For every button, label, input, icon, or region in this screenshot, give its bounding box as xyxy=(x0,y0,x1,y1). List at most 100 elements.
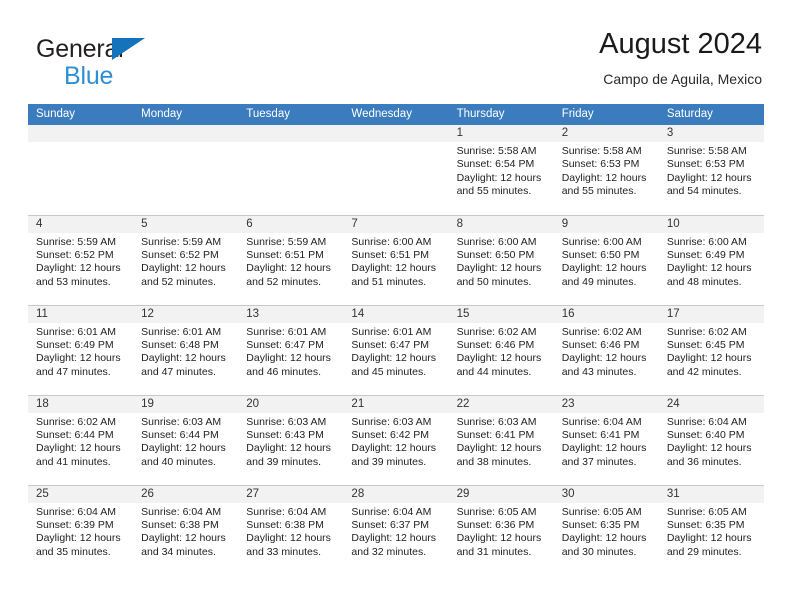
sunset-text: Sunset: 6:54 PM xyxy=(456,158,535,171)
day-number xyxy=(28,125,134,142)
calendar-header-row: Sunday Monday Tuesday Wednesday Thursday Frid… xyxy=(28,104,764,125)
day-number: 15 xyxy=(448,305,554,323)
sunset-text: Sunset: 6:50 PM xyxy=(456,248,535,261)
calendar-day-cell[interactable]: 9 Sunrise: 6:00 AM Sunset: 6:50 PM Daylight… xyxy=(553,214,659,305)
calendar-day-cell[interactable]: 7 Sunrise: 6:00 AM Sunset: 6:51 PM Daylight… xyxy=(343,214,449,305)
calendar-week-row: 18 Sunrise: 6:02 AM Sunset: 6:44 PM Dayligh… xyxy=(28,394,764,485)
calendar-day-cell[interactable]: 6 Sunrise: 5:59 AM Sunset: 6:51 PM Daylight… xyxy=(238,214,344,305)
calendar-day-cell[interactable]: 12 Sunrise: 6:01 AM Sunset: 6:48 PM Dayligh… xyxy=(133,304,239,395)
daylight-text: Daylight: 12 hours and 47 minutes. xyxy=(141,352,226,378)
daylight-text: Daylight: 12 hours and 40 minutes. xyxy=(141,442,226,468)
calendar-day-cell[interactable]: 13 Sunrise: 6:01 AM Sunset: 6:47 PM Dayligh… xyxy=(238,304,344,395)
general-blue-logo[interactable]: General Blue xyxy=(36,36,266,92)
calendar-day-cell[interactable]: 4 Sunrise: 5:59 AM Sunset: 6:52 PM Daylight… xyxy=(28,214,134,305)
sunset-text: Sunset: 6:41 PM xyxy=(456,428,535,441)
day-detail: Sunrise: 6:04 AM Sunset: 6:38 PM Daylight:… xyxy=(238,503,343,560)
sunrise-text: Sunrise: 6:00 AM xyxy=(666,235,747,248)
sunset-text: Sunset: 6:47 PM xyxy=(351,338,430,351)
daylight-text: Daylight: 12 hours and 34 minutes. xyxy=(141,532,226,558)
daylight-text: Daylight: 12 hours and 52 minutes. xyxy=(246,262,331,288)
sunset-text: Sunset: 6:46 PM xyxy=(561,338,640,351)
sunset-text: Sunset: 6:40 PM xyxy=(666,428,745,441)
calendar-day-cell[interactable]: 23 Sunrise: 6:04 AM Sunset: 6:41 PM Dayligh… xyxy=(553,394,659,485)
day-detail: Sunrise: 6:01 AM Sunset: 6:47 PM Daylight:… xyxy=(343,323,448,380)
sunset-text: Sunset: 6:52 PM xyxy=(36,248,114,261)
sunrise-text: Sunrise: 6:04 AM xyxy=(246,505,327,518)
sunset-text: Sunset: 6:51 PM xyxy=(246,248,324,261)
day-detail: Sunrise: 6:04 AM Sunset: 6:39 PM Daylight:… xyxy=(28,503,133,560)
sunrise-text: Sunrise: 6:02 AM xyxy=(666,325,747,338)
sunset-text: Sunset: 6:44 PM xyxy=(36,428,114,441)
daylight-text: Daylight: 12 hours and 55 minutes. xyxy=(561,171,647,198)
calendar-day-cell[interactable]: 20 Sunrise: 6:03 AM Sunset: 6:43 PM Dayligh… xyxy=(238,394,344,485)
day-detail: Sunrise: 5:58 AM Sunset: 6:53 PM Daylight:… xyxy=(554,142,659,199)
day-detail: Sunrise: 5:59 AM Sunset: 6:52 PM Daylight:… xyxy=(133,233,238,290)
calendar-day-cell[interactable]: 5 Sunrise: 5:59 AM Sunset: 6:52 PM Daylight… xyxy=(133,214,239,305)
day-number: 17 xyxy=(658,305,764,323)
sunrise-text: Sunrise: 5:58 AM xyxy=(456,145,537,157)
sunrise-text: Sunrise: 6:05 AM xyxy=(456,505,537,518)
day-number: 14 xyxy=(343,305,449,323)
sunset-text: Sunset: 6:38 PM xyxy=(246,518,324,531)
day-detail: Sunrise: 6:02 AM Sunset: 6:44 PM Daylight:… xyxy=(28,413,133,470)
calendar-day-cell[interactable]: 21 Sunrise: 6:03 AM Sunset: 6:42 PM Dayligh… xyxy=(343,394,449,485)
calendar-day-cell[interactable]: 29 Sunrise: 6:05 AM Sunset: 6:36 PM Dayligh… xyxy=(448,484,554,575)
daylight-text: Daylight: 12 hours and 35 minutes. xyxy=(36,532,121,558)
daylight-text: Daylight: 12 hours and 32 minutes. xyxy=(351,532,437,558)
calendar-day-cell[interactable]: 1 Sunrise: 5:58 AM Sunset: 6:54 PM Daylight… xyxy=(448,125,554,215)
sunset-text: Sunset: 6:45 PM xyxy=(666,338,745,351)
sunrise-text: Sunrise: 6:03 AM xyxy=(246,415,327,428)
day-detail: Sunrise: 6:01 AM Sunset: 6:48 PM Daylight:… xyxy=(133,323,238,380)
calendar-day-cell[interactable]: 27 Sunrise: 6:04 AM Sunset: 6:38 PM Dayligh… xyxy=(238,484,344,575)
sunset-text: Sunset: 6:49 PM xyxy=(666,248,745,261)
sunset-text: Sunset: 6:37 PM xyxy=(351,518,430,531)
calendar-day-cell[interactable]: 15 Sunrise: 6:02 AM Sunset: 6:46 PM Dayligh… xyxy=(448,304,554,395)
daylight-text: Daylight: 12 hours and 53 minutes. xyxy=(36,262,121,288)
calendar-day-cell[interactable]: 2 Sunrise: 5:58 AM Sunset: 6:53 PM Daylight… xyxy=(553,125,659,215)
calendar-day-cell[interactable]: 3 Sunrise: 5:58 AM Sunset: 6:53 PM Daylight… xyxy=(658,125,764,215)
sunset-text: Sunset: 6:41 PM xyxy=(561,428,640,441)
calendar-day-cell[interactable]: 16 Sunrise: 6:02 AM Sunset: 6:46 PM Dayligh… xyxy=(553,304,659,395)
calendar-day-cell[interactable]: 17 Sunrise: 6:02 AM Sunset: 6:45 PM Dayligh… xyxy=(658,304,764,395)
sunrise-text: Sunrise: 5:59 AM xyxy=(141,235,222,248)
daylight-text: Daylight: 12 hours and 45 minutes. xyxy=(351,352,437,378)
calendar-day-cell[interactable]: 28 Sunrise: 6:04 AM Sunset: 6:37 PM Dayligh… xyxy=(343,484,449,575)
calendar-week-row: 25 Sunrise: 6:04 AM Sunset: 6:39 PM Dayligh… xyxy=(28,484,764,575)
day-detail: Sunrise: 6:05 AM Sunset: 6:36 PM Daylight:… xyxy=(449,503,554,560)
page-title: August 2024 xyxy=(599,28,762,60)
calendar-table: Sunday Monday Tuesday Wednesday Thursday Frid… xyxy=(28,104,764,575)
calendar-day-cell[interactable]: 11 Sunrise: 6:01 AM Sunset: 6:49 PM Dayligh… xyxy=(28,304,134,395)
sunrise-text: Sunrise: 6:04 AM xyxy=(666,415,747,428)
calendar-week-row: 4 Sunrise: 5:59 AM Sunset: 6:52 PM Daylight… xyxy=(28,214,764,305)
day-detail: Sunrise: 6:02 AM Sunset: 6:45 PM Daylight:… xyxy=(659,323,764,380)
sunrise-text: Sunrise: 6:03 AM xyxy=(351,415,432,428)
calendar-day-cell[interactable]: 22 Sunrise: 6:03 AM Sunset: 6:41 PM Dayligh… xyxy=(448,394,554,485)
calendar-day-cell[interactable]: 8 Sunrise: 6:00 AM Sunset: 6:50 PM Daylight… xyxy=(448,214,554,305)
sunrise-text: Sunrise: 6:04 AM xyxy=(561,415,642,428)
day-number: 18 xyxy=(28,395,134,413)
calendar-day-cell[interactable]: 26 Sunrise: 6:04 AM Sunset: 6:38 PM Dayligh… xyxy=(133,484,239,575)
daylight-text: Daylight: 12 hours and 48 minutes. xyxy=(666,262,752,288)
day-number: 2 xyxy=(553,125,659,142)
day-detail: Sunrise: 6:04 AM Sunset: 6:40 PM Daylight:… xyxy=(659,413,764,470)
calendar-day-cell[interactable]: 30 Sunrise: 6:05 AM Sunset: 6:35 PM Dayligh… xyxy=(553,484,659,575)
day-detail: Sunrise: 5:58 AM Sunset: 6:54 PM Daylight:… xyxy=(449,142,554,199)
calendar-day-cell[interactable]: 31 Sunrise: 6:05 AM Sunset: 6:35 PM Dayligh… xyxy=(658,484,764,575)
daylight-text: Daylight: 12 hours and 52 minutes. xyxy=(141,262,226,288)
calendar-day-cell[interactable]: 14 Sunrise: 6:01 AM Sunset: 6:47 PM Dayligh… xyxy=(343,304,449,395)
day-number: 22 xyxy=(448,395,554,413)
day-number: 20 xyxy=(238,395,344,413)
day-number: 1 xyxy=(448,125,554,142)
day-number: 10 xyxy=(658,215,764,233)
calendar-day-cell[interactable]: 19 Sunrise: 6:03 AM Sunset: 6:44 PM Dayligh… xyxy=(133,394,239,485)
daylight-text: Daylight: 12 hours and 44 minutes. xyxy=(456,352,542,378)
daylight-text: Daylight: 12 hours and 43 minutes. xyxy=(561,352,647,378)
calendar-day-cell[interactable]: 18 Sunrise: 6:02 AM Sunset: 6:44 PM Dayligh… xyxy=(28,394,134,485)
weekday-header-thursday: Thursday xyxy=(448,104,554,125)
sunrise-text: Sunrise: 6:01 AM xyxy=(36,325,116,338)
calendar-day-cell[interactable]: 25 Sunrise: 6:04 AM Sunset: 6:39 PM Dayligh… xyxy=(28,484,134,575)
day-number xyxy=(343,125,449,142)
calendar-day-cell[interactable]: 24 Sunrise: 6:04 AM Sunset: 6:40 PM Dayligh… xyxy=(658,394,764,485)
weekday-header-saturday: Saturday xyxy=(658,104,764,125)
calendar-day-cell[interactable]: 10 Sunrise: 6:00 AM Sunset: 6:49 PM Dayligh… xyxy=(658,214,764,305)
